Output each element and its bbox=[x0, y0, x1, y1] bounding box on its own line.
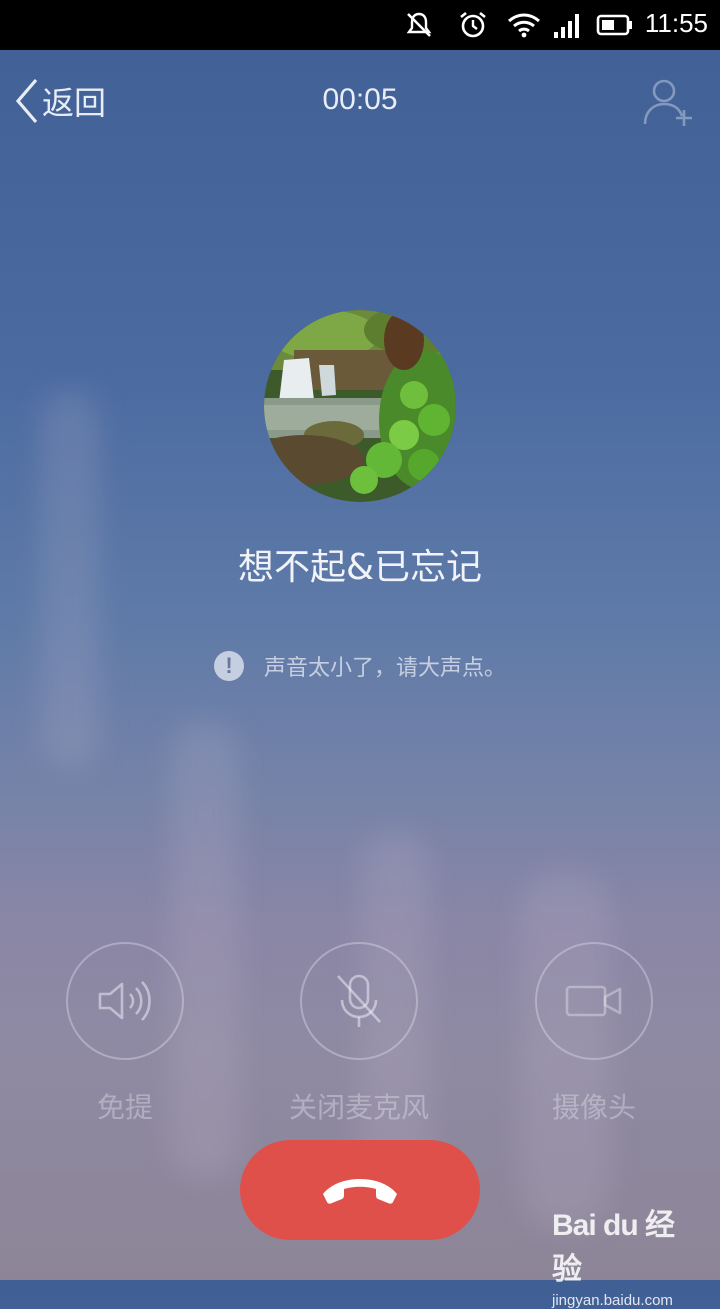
status-time: 11:55 bbox=[644, 8, 708, 38]
hangup-button[interactable] bbox=[240, 1140, 480, 1240]
mute-icon bbox=[406, 12, 432, 37]
status-bar: 11:55 bbox=[0, 0, 720, 50]
mute-mic-button[interactable] bbox=[300, 942, 418, 1060]
call-header: 返回 00:05 bbox=[0, 50, 720, 150]
speaker-icon bbox=[98, 981, 151, 1021]
watermark-url: jingyan.baidu.com bbox=[552, 1292, 673, 1309]
camera-label: 摄像头 bbox=[551, 1091, 636, 1124]
contact-name: 想不起&已忘记 bbox=[237, 547, 483, 588]
alarm-icon bbox=[460, 11, 486, 38]
mute-mic-label: 关闭麦克风 bbox=[288, 1091, 429, 1124]
call-timer: 00:05 bbox=[322, 83, 398, 116]
speaker-label: 免提 bbox=[96, 1091, 153, 1124]
camera-button[interactable] bbox=[535, 942, 653, 1060]
speaker-button[interactable] bbox=[66, 942, 184, 1060]
camera-icon bbox=[565, 985, 622, 1017]
watermark-logo: Bai du 经验 bbox=[552, 1209, 675, 1286]
notice-text: 声音太小了，请大声点。 bbox=[263, 656, 506, 681]
hangup-icon bbox=[323, 1179, 397, 1204]
battery-icon bbox=[596, 14, 632, 36]
watermark: Bai du 经验 jingyan.baidu.com bbox=[552, 1200, 682, 1309]
mic-off-icon bbox=[337, 974, 381, 1027]
wifi-icon bbox=[508, 13, 540, 38]
add-user-icon[interactable] bbox=[642, 76, 694, 128]
volume-notice: ! 声音太小了，请大声点。 bbox=[0, 650, 720, 682]
avatar bbox=[264, 310, 456, 502]
signal-icon bbox=[554, 14, 579, 38]
exclamation-icon: ! bbox=[213, 651, 244, 681]
